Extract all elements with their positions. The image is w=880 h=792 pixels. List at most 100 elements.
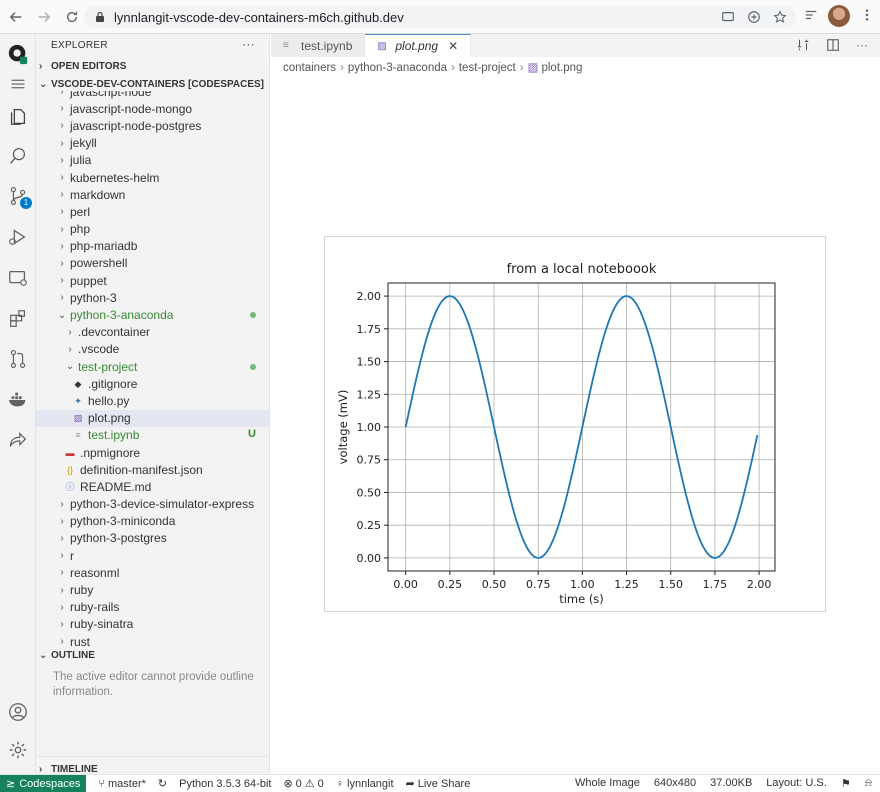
tab-label: test.ipynb <box>301 38 353 53</box>
scm-badge: 1 <box>20 197 32 209</box>
tree-item[interactable]: › markdown <box>36 186 269 203</box>
extensions-icon[interactable] <box>6 307 30 331</box>
image-icon: ▨ <box>527 62 539 74</box>
keyboard-layout[interactable]: Layout: U.S. <box>766 777 827 790</box>
sync-item[interactable]: ↻ <box>158 777 167 790</box>
address-bar[interactable]: lynnlangit-vscode-dev-containers-m6ch.gi… <box>84 6 796 28</box>
breadcrumb-item[interactable]: containers <box>283 62 336 74</box>
explorer-more-button[interactable]: ··· <box>242 37 255 51</box>
tree-item[interactable]: › javascript-node-mongo <box>36 100 269 117</box>
tree-item[interactable]: › python-3-postgres <box>36 530 269 547</box>
image-view-mode[interactable]: Whole Image <box>575 777 640 790</box>
live-share-item[interactable]: ➦ Live Share <box>406 777 471 791</box>
tree-item[interactable]: › ruby <box>36 581 269 598</box>
tree-item[interactable]: › perl <box>36 203 269 220</box>
tree-item-label: ruby-rails <box>70 600 120 615</box>
gear-icon[interactable] <box>6 738 30 762</box>
github-codespaces-icon[interactable] <box>6 42 30 66</box>
tree-item[interactable]: › ruby-sinatra <box>36 616 269 633</box>
tree-item[interactable]: {} definition-manifest.json <box>36 461 269 478</box>
remote-explorer-icon[interactable] <box>6 266 30 290</box>
close-icon[interactable]: ✕ <box>448 39 458 53</box>
tree-item[interactable]: ⌄ python-3-anaconda <box>36 306 269 323</box>
x-tick-label: 2.00 <box>747 578 772 591</box>
split-editor-icon[interactable] <box>826 38 840 55</box>
tree-item[interactable]: › python-3-miniconda <box>36 513 269 530</box>
tree-item[interactable]: › reasonml <box>36 564 269 581</box>
tree-item[interactable]: › r <box>36 547 269 564</box>
menu-icon[interactable] <box>6 72 30 96</box>
tab-test-ipynb[interactable]: ≡ test.ipynb <box>271 34 366 57</box>
back-button[interactable] <box>4 5 28 29</box>
tree-item[interactable]: ≡ test.ipynb U <box>36 427 269 444</box>
branch-item[interactable]: ⑂ master* <box>98 778 146 790</box>
y-tick-label: 1.00 <box>357 421 382 434</box>
x-tick-label: 1.50 <box>658 578 683 591</box>
problems-item[interactable]: ⊗ 0 ⚠ 0 <box>283 777 323 791</box>
tree-item[interactable]: ✦ hello.py <box>36 392 269 409</box>
open-changes-icon[interactable] <box>796 38 810 55</box>
tree-item-label: ruby-sinatra <box>70 617 134 632</box>
tree-item[interactable]: › julia <box>36 152 269 169</box>
tree-item[interactable]: › .vscode <box>36 341 269 358</box>
forward-button[interactable] <box>32 5 56 29</box>
remote-indicator[interactable]: ≳ Codespaces <box>0 774 87 792</box>
search-icon[interactable] <box>6 144 30 168</box>
bookmark-star-icon[interactable] <box>772 9 788 25</box>
y-tick-label: 2.00 <box>357 290 382 303</box>
tree-item[interactable]: ▬ .npmignore <box>36 444 269 461</box>
tab-plot-png[interactable]: ▨ plot.png ✕ <box>365 34 472 57</box>
tree-item[interactable]: › ruby-rails <box>36 599 269 616</box>
cast-icon[interactable] <box>720 9 736 25</box>
reading-list-icon[interactable] <box>804 8 818 25</box>
add-icon[interactable] <box>746 9 762 25</box>
tree-item[interactable]: › php-mariadb <box>36 238 269 255</box>
tree-item[interactable]: › python-3 <box>36 289 269 306</box>
profile-avatar[interactable] <box>828 5 850 27</box>
y-tick-label: 0.25 <box>357 519 382 532</box>
tree-item[interactable]: ⓘ README.md <box>36 478 269 495</box>
tree-item[interactable]: › jekyll <box>36 135 269 152</box>
user-label: lynnlangit <box>347 777 394 790</box>
tree-item-label: javascript-node-postgres <box>70 118 202 133</box>
live-share-icon[interactable] <box>6 428 30 452</box>
accounts-icon[interactable] <box>6 700 30 724</box>
breadcrumb-item[interactable]: python-3-anaconda <box>348 62 447 74</box>
feedback-icon[interactable]: ⚑ <box>841 777 851 790</box>
source-control-icon[interactable]: 1 <box>6 184 32 209</box>
tree-item[interactable]: › puppet <box>36 272 269 289</box>
browser-menu-icon[interactable] <box>860 8 874 25</box>
activity-bar: 1 <box>0 34 36 774</box>
breadcrumb-item[interactable]: plot.png <box>541 62 582 74</box>
tree-item[interactable]: ◆ .gitignore <box>36 375 269 392</box>
reload-button[interactable] <box>60 5 84 29</box>
breadcrumb-item[interactable]: test-project <box>459 62 516 74</box>
image-preview[interactable]: 0.00 0.25 0.50 0.75 1.00 1.25 1.50 1.75 2.00 0.00… <box>324 236 826 612</box>
files-icon[interactable] <box>6 104 30 128</box>
tree-item[interactable]: › php <box>36 221 269 238</box>
tree-item[interactable]: › rust <box>36 633 269 647</box>
run-debug-icon[interactable] <box>6 225 30 249</box>
tree-item[interactable]: › python-3-device-simulator-express <box>36 496 269 513</box>
tree-item-label: test.ipynb <box>88 428 140 443</box>
docker-icon[interactable] <box>6 388 30 412</box>
outline-header[interactable]: ⌄ OUTLINE <box>36 646 269 664</box>
pull-requests-icon[interactable] <box>6 347 30 371</box>
user-item[interactable]: ♀ lynnlangit <box>336 778 394 790</box>
user-icon: ♀ <box>335 777 345 790</box>
bell-icon[interactable]: ⍾ <box>865 777 872 790</box>
tree-item[interactable]: › javascript-node-postgres <box>36 117 269 134</box>
open-editors-section[interactable]: › OPEN EDITORS <box>36 57 269 75</box>
y-axis-label: voltage (mV) <box>336 390 350 465</box>
timeline-header[interactable]: › TIMELINE <box>36 760 269 775</box>
chevron-right-icon: › <box>60 240 64 252</box>
tree-item[interactable]: › .devcontainer <box>36 324 269 341</box>
more-actions-icon[interactable]: ··· <box>856 38 868 55</box>
tree-item[interactable]: ▨ plot.png <box>36 409 269 427</box>
tree-item[interactable]: ⌄ test-project <box>36 358 269 375</box>
workspace-title: VSCODE-DEV-CONTAINERS [CODESPACES] <box>51 78 264 90</box>
tree-item[interactable]: › powershell <box>36 255 269 272</box>
tree-item[interactable]: › kubernetes-helm <box>36 169 269 186</box>
tree-item[interactable]: › javascript-node <box>36 91 269 100</box>
python-interpreter[interactable]: Python 3.5.3 64-bit <box>179 778 271 790</box>
